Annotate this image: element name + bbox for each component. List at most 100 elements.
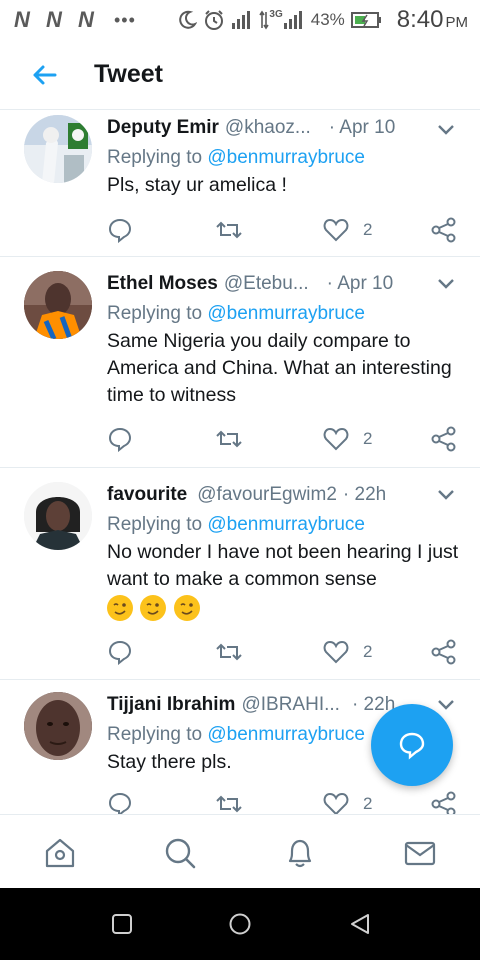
- retweet-button[interactable]: [215, 424, 243, 454]
- mention-link[interactable]: @benmurraybruce: [207, 724, 365, 745]
- compose-reply-button[interactable]: [371, 704, 453, 786]
- tab-messages[interactable]: [402, 835, 438, 871]
- avatar[interactable]: [24, 482, 92, 550]
- tweet[interactable]: favourite @favourEgwim2 · 22h Replying t…: [0, 468, 480, 680]
- chevron-down-icon: [438, 125, 454, 135]
- more-notifications-dots: •••: [114, 9, 136, 30]
- emoji-row: [107, 595, 466, 623]
- share-button[interactable]: [431, 424, 457, 454]
- share-button[interactable]: [431, 637, 457, 667]
- carrier-logo: N: [46, 7, 62, 32]
- messages-icon: [404, 841, 436, 866]
- tab-search[interactable]: [162, 835, 198, 871]
- avatar-image: [24, 482, 92, 550]
- notifications-icon: [288, 839, 312, 868]
- author-name[interactable]: Ethel Moses: [107, 273, 218, 295]
- mention-link[interactable]: @benmurraybruce: [207, 303, 365, 324]
- author-name[interactable]: Tijjani Ibrahim: [107, 694, 235, 716]
- heart-icon: [323, 792, 349, 814]
- tweet-menu-button[interactable]: [436, 698, 456, 712]
- retweet-icon: [216, 795, 242, 813]
- tweet-text-body: No wonder I have not been hearing I just…: [107, 539, 466, 593]
- tweet-meta: favourite @favourEgwim2 · 22h: [107, 482, 466, 508]
- author-handle[interactable]: @Etebu...: [224, 273, 309, 295]
- back-button[interactable]: [24, 55, 64, 95]
- carrier-logo: N: [14, 7, 30, 32]
- alarm-icon: [205, 10, 224, 30]
- home-system-button[interactable]: [228, 912, 252, 936]
- tweet-actions: 2: [107, 215, 467, 245]
- reply-button[interactable]: [107, 424, 133, 454]
- moon-icon: [179, 10, 198, 29]
- tweet-menu-button[interactable]: [436, 488, 456, 502]
- mention-link[interactable]: @benmurraybruce: [207, 147, 365, 168]
- tab-notifications[interactable]: [282, 835, 318, 871]
- retweet-button[interactable]: [215, 789, 243, 814]
- tweet-text: No wonder I have not been hearing I just…: [107, 541, 459, 590]
- reply-button[interactable]: [107, 637, 133, 667]
- heart-icon: [323, 427, 349, 451]
- retweet-button[interactable]: [215, 215, 243, 245]
- reply-icon: [108, 640, 132, 665]
- author-name[interactable]: Deputy Emir: [107, 117, 219, 139]
- tweet-meta: Ethel Moses @Etebu... · Apr 10: [107, 271, 466, 297]
- like-count: 2: [363, 220, 373, 239]
- winking-emoji-icon: [140, 595, 167, 621]
- author-name[interactable]: favourite: [107, 484, 187, 506]
- author-handle[interactable]: @khaoz...: [225, 117, 311, 139]
- tweet-date: · 22h: [342, 484, 387, 505]
- share-button[interactable]: [431, 215, 457, 245]
- share-button[interactable]: [431, 789, 457, 814]
- retweet-icon: [216, 221, 242, 239]
- status-bar: N N N ••• 3G 43% 8:40 PM: [0, 0, 480, 40]
- tweet-content: Ethel Moses @Etebu... · Apr 10 Replying …: [107, 271, 466, 409]
- author-handle[interactable]: @favourEgwim2: [197, 484, 337, 506]
- like-count: 2: [363, 794, 373, 813]
- network-type: 3G: [269, 8, 283, 20]
- reply-icon: [108, 792, 132, 814]
- tweet[interactable]: Ethel Moses @Etebu... · Apr 10 Replying …: [0, 257, 480, 468]
- replying-to: Replying to @benmurraybruce: [107, 147, 466, 169]
- tweet-date: · Apr 10: [326, 273, 394, 294]
- status-bar-left: N N N •••: [14, 7, 136, 33]
- reply-icon: [108, 427, 132, 452]
- avatar[interactable]: [24, 692, 92, 760]
- tweet-menu-button[interactable]: [436, 123, 456, 137]
- recents-button[interactable]: [110, 912, 134, 936]
- replying-to-label: Replying to: [107, 724, 203, 745]
- author-handle[interactable]: @IBRAHI...: [241, 694, 339, 716]
- replying-to-label: Replying to: [107, 303, 203, 324]
- like-button[interactable]: 2: [323, 215, 372, 245]
- tweet-meta: Deputy Emir @khaoz... · Apr 10: [107, 115, 466, 141]
- tweet-actions: 2: [107, 424, 467, 454]
- reply-button[interactable]: [107, 215, 133, 245]
- back-triangle-icon: [351, 914, 369, 934]
- replying-to-label: Replying to: [107, 514, 203, 535]
- tab-home[interactable]: [42, 835, 78, 871]
- like-button[interactable]: 2: [323, 789, 372, 814]
- signal-icon: [232, 11, 251, 29]
- battery-percent: 43%: [310, 10, 345, 29]
- chevron-down-icon: [438, 490, 454, 500]
- back-system-button[interactable]: [348, 912, 372, 936]
- avatar[interactable]: [24, 271, 92, 339]
- avatar-image: [24, 692, 92, 760]
- mention-link[interactable]: @benmurraybruce: [207, 514, 365, 535]
- share-icon: [431, 639, 456, 665]
- tweet-date: · Apr 10: [328, 117, 396, 138]
- reply-button[interactable]: [107, 789, 133, 814]
- like-count: 2: [363, 429, 373, 448]
- tweet-menu-button[interactable]: [436, 277, 456, 291]
- like-button[interactable]: 2: [323, 424, 372, 454]
- avatar-image: [24, 271, 92, 339]
- like-button[interactable]: 2: [323, 637, 372, 667]
- retweet-button[interactable]: [215, 637, 243, 667]
- replying-to-label: Replying to: [107, 147, 203, 168]
- heart-icon: [323, 640, 349, 664]
- avatar[interactable]: [24, 115, 92, 183]
- home-circle-icon: [229, 913, 251, 935]
- replying-to: Replying to @benmurraybruce: [107, 303, 466, 325]
- system-navigation-bar: [0, 888, 480, 960]
- tweet[interactable]: Deputy Emir @khaoz... · Apr 10 Replying …: [0, 111, 480, 257]
- chevron-down-icon: [438, 279, 454, 289]
